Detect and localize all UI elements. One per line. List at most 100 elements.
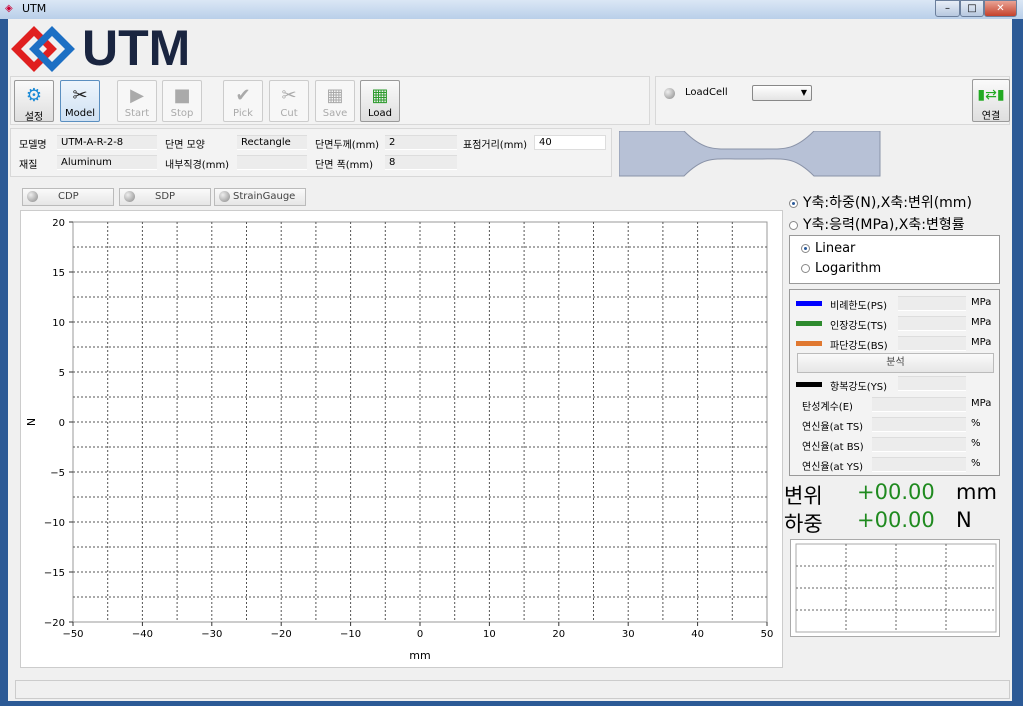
toolbar-button-save[interactable]: ▦ Save <box>315 80 355 122</box>
stat-field[interactable] <box>898 336 966 351</box>
title-bar: ◈ UTM – □ ✕ <box>0 0 1023 19</box>
y-tick-label: 5 <box>59 368 65 379</box>
specimen-panel: 모델명 UTM-A-R-2-8 재질 Aluminum 단면 모양 Rectan… <box>10 128 612 177</box>
loadcell-dropdown[interactable]: ▼ <box>752 85 812 101</box>
analyze-button[interactable]: 분석 <box>797 353 994 373</box>
inner-diameter-field[interactable] <box>237 155 307 170</box>
toolbar-button-설정[interactable]: ⚙ 설정 <box>14 80 54 123</box>
sensor-label: StrainGauge <box>233 191 296 202</box>
check-icon: ✔ <box>235 85 251 106</box>
axis-mode-stress-strain[interactable]: Y축:응력(MPa),X축:변형률 <box>789 214 1009 234</box>
stat-unit: % <box>971 458 981 469</box>
axis-mode-group: Y축:하중(N),X축:변위(mm) Y축:응력(MPa),X축:변형률 <box>789 192 1009 234</box>
stat-field[interactable] <box>872 437 966 452</box>
x-tick-label: 20 <box>552 629 565 640</box>
logo: UTM <box>10 20 200 76</box>
toolbar-button-model[interactable]: ✂ Model <box>60 80 100 122</box>
minimize-button[interactable]: – <box>935 0 960 17</box>
sensor-button-cdp[interactable]: CDP <box>22 188 114 206</box>
y-tick-label: 20 <box>52 218 65 229</box>
toolbar-button-label: 설정 <box>24 112 44 123</box>
sensor-led-icon <box>219 191 230 202</box>
shape-field[interactable]: Rectangle <box>237 135 307 150</box>
y-tick-label: −15 <box>44 568 65 579</box>
stat-field[interactable] <box>872 417 966 432</box>
y-tick-label: −10 <box>44 518 65 529</box>
toolbar-button-start[interactable]: ▶ Start <box>117 80 157 122</box>
x-tick-label: 0 <box>417 629 423 640</box>
material-label: 재질 <box>19 160 38 171</box>
displacement-unit: mm <box>956 480 997 504</box>
y-tick-label: −20 <box>44 618 65 629</box>
scissors-icon: ✂ <box>281 85 297 106</box>
radio-selected-icon <box>789 198 798 208</box>
stat-color-swatch <box>796 341 822 346</box>
stat-label: 연신율(at BS) <box>802 442 864 453</box>
toolbar-button-stop[interactable]: ■ Stop <box>162 80 202 122</box>
thickness-label: 단면두께(mm) <box>315 140 380 151</box>
thickness-field[interactable]: 2 <box>385 135 457 150</box>
chevron-down-icon: ▼ <box>800 88 807 97</box>
toolbar-button-label: Pick <box>233 108 253 119</box>
load-label: 하중 <box>784 512 823 536</box>
excel-icon: ▦ <box>371 85 389 106</box>
stat-unit: % <box>971 438 981 449</box>
x-tick-label: −30 <box>201 629 222 640</box>
axis-mode-label: Y축:하중(N),X축:변위(mm) <box>803 195 972 211</box>
scale-linear[interactable]: Linear <box>801 241 999 261</box>
width-label: 단면 폭(mm) <box>315 160 374 171</box>
toolbar-button-load[interactable]: ▦ Load <box>360 80 400 122</box>
excel-icon: ▦ <box>326 85 344 106</box>
close-button[interactable]: ✕ <box>984 0 1017 17</box>
axis-mode-load-displacement[interactable]: Y축:하중(N),X축:변위(mm) <box>789 192 1009 214</box>
stat-field[interactable] <box>898 316 966 331</box>
toolbar-button-label: Cut <box>280 108 298 119</box>
stat-field[interactable] <box>898 296 966 311</box>
toolbar-button-label: Stop <box>170 108 194 119</box>
width-field[interactable]: 8 <box>385 155 457 170</box>
sensor-label: SDP <box>155 191 176 202</box>
sensor-button-sdp[interactable]: SDP <box>119 188 211 206</box>
connect-button[interactable]: ▮⇄▮ 연결 <box>972 79 1010 122</box>
stat-label: 연신율(at YS) <box>802 462 864 473</box>
shape-label: 단면 모양 <box>165 140 205 151</box>
stat-label: 인장강도(TS) <box>830 321 888 332</box>
stat-label: 파단강도(BS) <box>830 341 888 352</box>
model-field[interactable]: UTM-A-R-2-8 <box>57 135 157 150</box>
stat-unit: % <box>971 418 981 429</box>
yield-color-swatch <box>796 382 822 387</box>
yield-field[interactable] <box>898 376 966 391</box>
material-field[interactable]: Aluminum <box>57 155 157 170</box>
loadcell-label: LoadCell <box>685 87 728 98</box>
displacement-label: 변위 <box>784 484 823 508</box>
gauge-length-field[interactable]: 40 <box>534 135 606 150</box>
stat-unit: MPa <box>971 337 992 348</box>
load-readout: 하중 +00.00 N <box>784 508 1014 536</box>
stat-label: 탄성계수(E) <box>802 402 853 413</box>
radio-icon <box>801 264 810 273</box>
toolbar-button-pick[interactable]: ✔ Pick <box>223 80 263 122</box>
stat-field[interactable] <box>872 397 966 412</box>
y-tick-label: 10 <box>52 318 65 329</box>
x-tick-label: 10 <box>483 629 496 640</box>
scale-logarithm[interactable]: Logarithm <box>801 261 999 276</box>
axis-mode-label: Y축:응력(MPa),X축:변형률 <box>803 217 965 233</box>
sensor-button-straingauge[interactable]: StrainGauge <box>214 188 306 206</box>
analysis-panel: 비례한도(PS) MPa 인장강도(TS) MPa 파단강도(BS) MPa 분석 항복강… <box>789 289 1000 476</box>
scale-group: Linear Logarithm <box>789 235 1000 284</box>
x-tick-label: −20 <box>271 629 292 640</box>
x-tick-label: −50 <box>62 629 83 640</box>
stat-field[interactable] <box>872 457 966 472</box>
main-chart[interactable]: −50 −40 −30 −20 −10 0 10 20 30 40 5020151050−5−10−… <box>21 211 784 669</box>
toolbar-button-cut[interactable]: ✂ Cut <box>269 80 309 122</box>
model-label: 모델명 <box>19 140 47 151</box>
x-axis-label: mm <box>409 649 430 662</box>
displacement-value: +00.00 <box>857 480 935 504</box>
y-tick-label: 0 <box>59 418 65 429</box>
stat-unit: MPa <box>971 398 992 409</box>
loadcell-led-icon <box>664 88 675 99</box>
toolbar-button-label: Load <box>368 108 392 119</box>
stop-icon: ■ <box>173 85 191 106</box>
loadcell-panel: LoadCell ▼ ▮⇄▮ 연결 <box>655 76 1010 125</box>
maximize-button[interactable]: □ <box>960 0 984 17</box>
